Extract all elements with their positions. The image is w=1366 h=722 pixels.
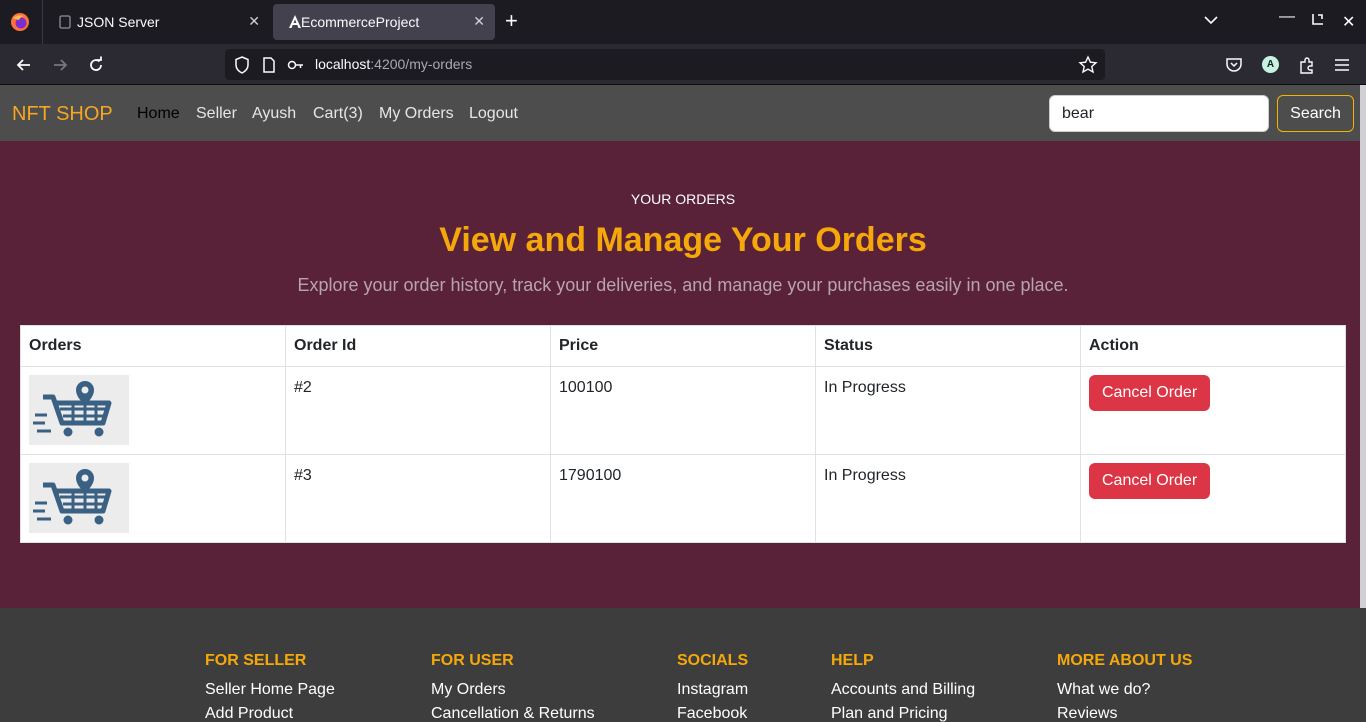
status-cell: In Progress <box>815 454 1081 543</box>
footer-link[interactable]: My Orders <box>431 681 595 699</box>
price-cell: 1790100 <box>550 454 816 543</box>
page-title: View and Manage Your Orders <box>439 221 927 259</box>
section-eyebrow: YOUR ORDERS <box>630 191 736 207</box>
url-text[interactable]: localhost:4200/my-orders <box>315 56 472 72</box>
footer-column-socials: SOCIALS Instagram Facebook <box>677 652 748 722</box>
reload-icon[interactable] <box>86 55 106 75</box>
nav-seller[interactable]: Seller <box>196 105 237 123</box>
footer-heading: MORE ABOUT US <box>1057 652 1193 669</box>
footer-column-seller: FOR SELLER Seller Home Page Add Product <box>205 652 335 722</box>
cancel-order-button[interactable]: Cancel Order <box>1089 375 1211 411</box>
footer-link[interactable]: Seller Home Page <box>205 681 335 699</box>
restore-icon[interactable] <box>1309 12 1325 33</box>
column-header-action: Action <box>1080 325 1346 367</box>
list-tabs-chevron-icon[interactable] <box>1203 12 1219 33</box>
close-tab-icon[interactable]: ✕ <box>248 13 260 30</box>
url-path: :4200/my-orders <box>370 56 473 72</box>
nav-my-orders[interactable]: My Orders <box>379 105 454 123</box>
footer-link[interactable]: Cancellation & Returns <box>431 705 595 722</box>
column-header-order-id: Order Id <box>285 325 551 367</box>
back-icon[interactable] <box>14 55 34 75</box>
extensions-icon[interactable] <box>1297 55 1317 75</box>
footer-column-about: MORE ABOUT US What we do? Reviews <box>1057 652 1192 722</box>
site-footer: FOR SELLER Seller Home Page Add Product … <box>0 608 1366 722</box>
status-cell: In Progress <box>815 366 1081 455</box>
page-info-icon[interactable] <box>259 55 279 75</box>
action-cell: Cancel Order <box>1080 454 1346 543</box>
table-header-row: Orders Order Id Price Status Action <box>20 325 1346 367</box>
footer-link[interactable]: Accounts and Billing <box>831 681 975 699</box>
column-header-price: Price <box>550 325 816 367</box>
footer-heading: HELP <box>831 652 874 669</box>
browser-toolbar: localhost:4200/my-orders A <box>0 44 1366 85</box>
tab-json-server[interactable]: JSON Server ✕ <box>42 0 270 44</box>
search-input[interactable] <box>1049 95 1269 132</box>
menu-icon[interactable] <box>1332 55 1352 75</box>
url-bar[interactable]: localhost:4200/my-orders <box>225 49 1105 80</box>
order-price: 1790100 <box>559 467 622 484</box>
footer-heading: SOCIALS <box>677 652 749 669</box>
web-page: NFT SHOP Home Seller Ayush Cart(3) My Or… <box>0 85 1366 722</box>
page-icon <box>59 15 71 29</box>
key-icon[interactable] <box>286 55 306 75</box>
shield-icon[interactable] <box>232 55 252 75</box>
order-status: In Progress <box>824 379 906 396</box>
search-button[interactable]: Search <box>1277 95 1354 132</box>
browser-tab-bar: JSON Server ✕ EcommerceProject ✕ + — ✕ <box>0 0 1366 44</box>
footer-link[interactable]: What we do? <box>1057 681 1192 699</box>
orders-table: Orders Order Id Price Status Action #2 1… <box>20 325 1346 543</box>
shopping-cart-location-icon <box>29 375 129 445</box>
column-header-status: Status <box>815 325 1081 367</box>
nav-user[interactable]: Ayush <box>252 105 296 123</box>
order-id-cell: #3 <box>285 454 551 543</box>
footer-link[interactable]: Instagram <box>677 681 748 699</box>
table-row: #3 1790100 In Progress Cancel Order <box>20 454 1346 543</box>
nav-home[interactable]: Home <box>137 105 180 123</box>
footer-link[interactable]: Add Product <box>205 705 335 722</box>
order-price: 100100 <box>559 379 613 396</box>
table-row: #2 100100 In Progress Cancel Order <box>20 366 1346 455</box>
footer-column-help: HELP Accounts and Billing Plan and Prici… <box>831 652 975 722</box>
order-image-cell <box>20 366 286 455</box>
footer-link[interactable]: Plan and Pricing <box>831 705 975 722</box>
shopping-cart-location-icon <box>29 463 129 533</box>
column-header-orders: Orders <box>20 325 286 367</box>
brand-logo[interactable]: NFT SHOP <box>12 103 113 126</box>
footer-link[interactable]: Facebook <box>677 705 748 722</box>
tab-ecommerce-project[interactable]: EcommerceProject ✕ <box>273 4 495 40</box>
page-subtitle: Explore your order history, track your d… <box>297 275 1069 295</box>
cancel-order-button[interactable]: Cancel Order <box>1089 463 1211 499</box>
footer-heading: FOR USER <box>431 652 514 669</box>
action-cell: Cancel Order <box>1080 366 1346 455</box>
forward-icon[interactable] <box>50 55 70 75</box>
order-image-cell <box>20 454 286 543</box>
new-tab-icon[interactable]: + <box>505 10 518 32</box>
order-id-cell: #2 <box>285 366 551 455</box>
url-host: localhost <box>315 56 371 72</box>
nav-logout[interactable]: Logout <box>469 105 518 123</box>
close-tab-icon[interactable]: ✕ <box>473 13 485 30</box>
minimize-icon[interactable]: — <box>1279 8 1295 26</box>
footer-heading: FOR SELLER <box>205 652 307 669</box>
account-avatar[interactable]: A <box>1262 56 1279 73</box>
pocket-icon[interactable] <box>1224 55 1244 75</box>
bookmark-star-icon[interactable] <box>1078 55 1098 75</box>
footer-column-user: FOR USER My Orders Cancellation & Return… <box>431 652 595 722</box>
order-status: In Progress <box>824 467 906 484</box>
footer-link[interactable]: Reviews <box>1057 705 1192 722</box>
firefox-icon[interactable] <box>10 12 30 32</box>
close-window-icon[interactable]: ✕ <box>1342 12 1355 32</box>
order-id: #3 <box>294 467 312 484</box>
tab-title: EcommerceProject <box>301 14 420 30</box>
order-id: #2 <box>294 379 312 396</box>
nav-cart[interactable]: Cart(3) <box>313 105 363 123</box>
tab-title: JSON Server <box>77 14 160 30</box>
app-navbar: NFT SHOP Home Seller Ayush Cart(3) My Or… <box>0 85 1360 141</box>
price-cell: 100100 <box>550 366 816 455</box>
